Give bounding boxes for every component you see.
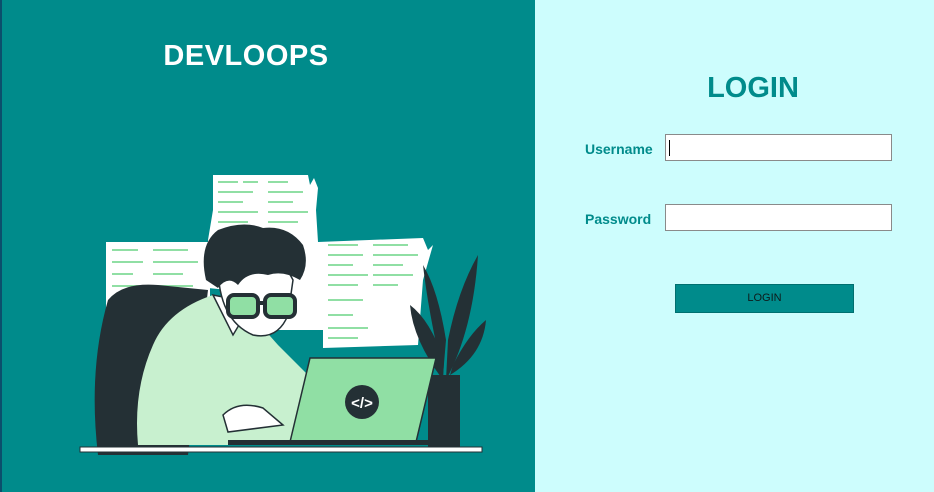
- developer-illustration: </>: [79, 175, 486, 455]
- password-input[interactable]: [665, 204, 892, 231]
- username-label: Username: [585, 141, 653, 157]
- text-caret: [669, 140, 670, 156]
- login-title: LOGIN: [707, 72, 799, 104]
- svg-text:</>: </>: [351, 395, 373, 412]
- login-button[interactable]: LOGIN: [675, 284, 854, 313]
- password-label: Password: [585, 211, 652, 227]
- brand-title: DEVLOOPS: [163, 40, 329, 72]
- username-input[interactable]: [665, 134, 892, 161]
- branding-panel: DEVLOOPS </>: [0, 0, 535, 492]
- window-edge: [0, 0, 2, 492]
